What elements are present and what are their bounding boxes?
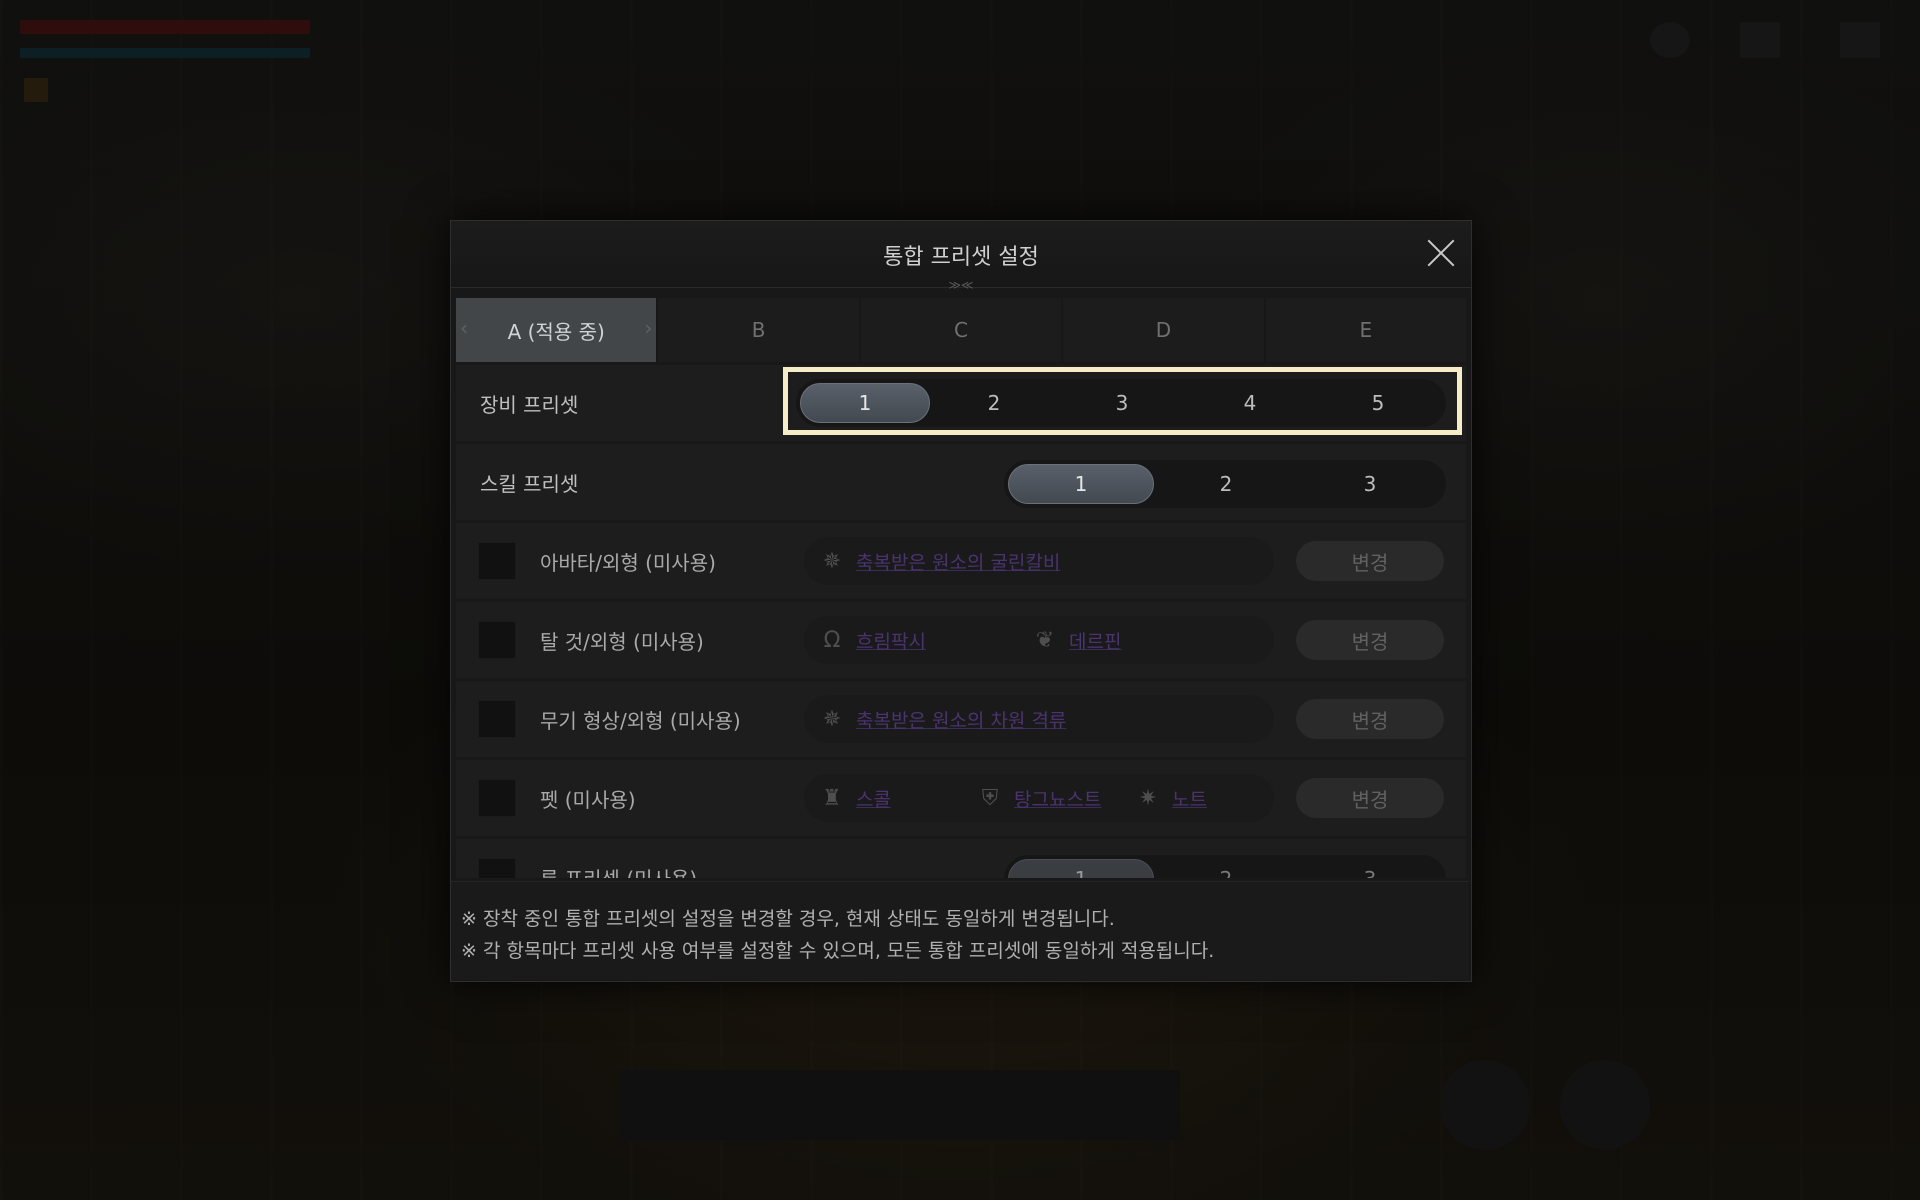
equipment-preset-row: 장비 프리셋 1 2 3 4 5: [456, 365, 1466, 441]
compass-icon: ✵: [822, 548, 842, 574]
dialog-header: 통합 프리셋 설정 ≫≪: [451, 221, 1471, 292]
mount-item-name: 흐림팍시: [856, 630, 926, 653]
tab-b[interactable]: B: [658, 298, 859, 362]
rune-preset-row: 룬 프리셋 (미사용) 1 2 3: [456, 839, 1466, 878]
weapon-appearance-item-name: 축복받은 원소의 차원 격류: [856, 709, 1067, 732]
pet-item: ⛨ 탕그뇨스트: [976, 784, 1102, 812]
shield-icon: ⛨: [981, 785, 999, 811]
mount-row: 탈 것/외형 (미사용) Ω 흐림팍시 ❦ 데르핀 변경: [456, 602, 1466, 678]
use-checkbox[interactable]: [478, 542, 516, 580]
skill-preset-option[interactable]: 2: [1154, 464, 1298, 504]
weapon-appearance-change-button[interactable]: 변경: [1296, 699, 1444, 739]
tab-e[interactable]: E: [1265, 298, 1467, 362]
rune-preset-selector: 1 2 3: [1004, 855, 1446, 878]
dialog-title: 통합 프리셋 설정: [883, 245, 1039, 270]
compass-icon: ✵: [822, 706, 842, 732]
pet-label: 펫 (미사용): [540, 787, 636, 812]
mount-label: 탈 것/외형 (미사용): [540, 629, 704, 654]
pet-item-name: 스콜: [856, 788, 891, 811]
equipment-preset-label: 장비 프리셋: [480, 392, 579, 417]
equipment-preset-selector: 1 2 3 4 5: [796, 379, 1446, 427]
pet-item: ♜ 스콜: [818, 784, 891, 812]
tab-d[interactable]: D: [1063, 298, 1264, 362]
pet-item: ✷ 노트: [1134, 784, 1207, 812]
ornament-icon: ≫≪: [948, 278, 974, 292]
note-line: ※ 각 항목마다 프리셋 사용 여부를 설정할 수 있으며, 모든 통합 프리셋…: [461, 940, 1215, 962]
equipment-preset-option[interactable]: 5: [1314, 383, 1442, 423]
skill-preset-option[interactable]: 1: [1008, 464, 1154, 504]
mount-item-name: 데르핀: [1069, 630, 1122, 653]
rune-preset-label: 룬 프리셋 (미사용): [540, 863, 697, 879]
preset-tabs: A (적용 중) B C D E: [456, 298, 1467, 362]
avatar-item: ✵ 축복받은 원소의 굴린칼비: [818, 547, 1061, 575]
skill-preset-label: 스킬 프리셋: [480, 471, 579, 496]
note-line: ※ 장착 중인 통합 프리셋의 설정을 변경할 경우, 현재 상태도 동일하게 …: [461, 908, 1115, 930]
use-checkbox[interactable]: [478, 621, 516, 659]
horseshoe-icon: Ω: [823, 627, 841, 653]
preset-rows: 장비 프리셋 1 2 3 4 5 스킬 프리셋 1 2 3 아바타/외형 (미사…: [456, 365, 1466, 878]
mount-item: Ω 흐림팍시: [818, 626, 926, 654]
equipment-preset-option[interactable]: 3: [1058, 383, 1186, 423]
pet-change-button[interactable]: 변경: [1296, 778, 1444, 818]
weapon-appearance-item: ✵ 축복받은 원소의 차원 격류: [818, 705, 1067, 733]
mount-item: ❦ 데르핀: [1031, 626, 1122, 654]
pet-item-name: 탕그뇨스트: [1014, 788, 1102, 811]
weapon-appearance-row: 무기 형상/외형 (미사용) ✵ 축복받은 원소의 차원 격류 변경: [456, 681, 1466, 757]
equipment-preset-option[interactable]: 4: [1186, 383, 1314, 423]
rune-preset-option[interactable]: 2: [1154, 859, 1298, 878]
integrated-preset-dialog: 통합 프리셋 설정 ≫≪ A (적용 중) B C D E 장비 프리셋 1 2…: [450, 220, 1472, 982]
skill-preset-option[interactable]: 3: [1298, 464, 1442, 504]
use-checkbox[interactable]: [478, 700, 516, 738]
avatar-row: 아바타/외형 (미사용) ✵ 축복받은 원소의 굴린칼비 변경: [456, 523, 1466, 599]
tab-c[interactable]: C: [860, 298, 1062, 362]
rune-preset-option[interactable]: 1: [1008, 859, 1154, 878]
use-checkbox[interactable]: [478, 779, 516, 817]
wing-icon: ❦: [1035, 627, 1055, 653]
star-eye-icon: ✷: [1138, 785, 1158, 811]
notes-panel: ※ 장착 중인 통합 프리셋의 설정을 변경할 경우, 현재 상태도 동일하게 …: [451, 881, 1469, 980]
pet-row: 펫 (미사용) ♜ 스콜 ⛨ 탕그뇨스트 ✷ 노트 변경: [456, 760, 1466, 836]
close-button[interactable]: [1425, 237, 1457, 269]
skill-preset-row: 스킬 프리셋 1 2 3: [456, 444, 1466, 520]
weapon-appearance-label: 무기 형상/외형 (미사용): [540, 708, 741, 733]
rune-preset-option[interactable]: 3: [1298, 859, 1442, 878]
avatar-item-name: 축복받은 원소의 굴린칼비: [856, 551, 1061, 574]
tower-icon: ♜: [822, 785, 842, 811]
avatar-change-button[interactable]: 변경: [1296, 541, 1444, 581]
mount-change-button[interactable]: 변경: [1296, 620, 1444, 660]
equipment-preset-option[interactable]: 2: [930, 383, 1058, 423]
equipment-preset-option[interactable]: 1: [800, 383, 930, 423]
avatar-label: 아바타/외형 (미사용): [540, 550, 716, 575]
tab-a[interactable]: A (적용 중): [456, 298, 657, 362]
use-checkbox[interactable]: [478, 858, 516, 878]
pet-item-name: 노트: [1172, 788, 1207, 811]
skill-preset-selector: 1 2 3: [1004, 460, 1446, 508]
